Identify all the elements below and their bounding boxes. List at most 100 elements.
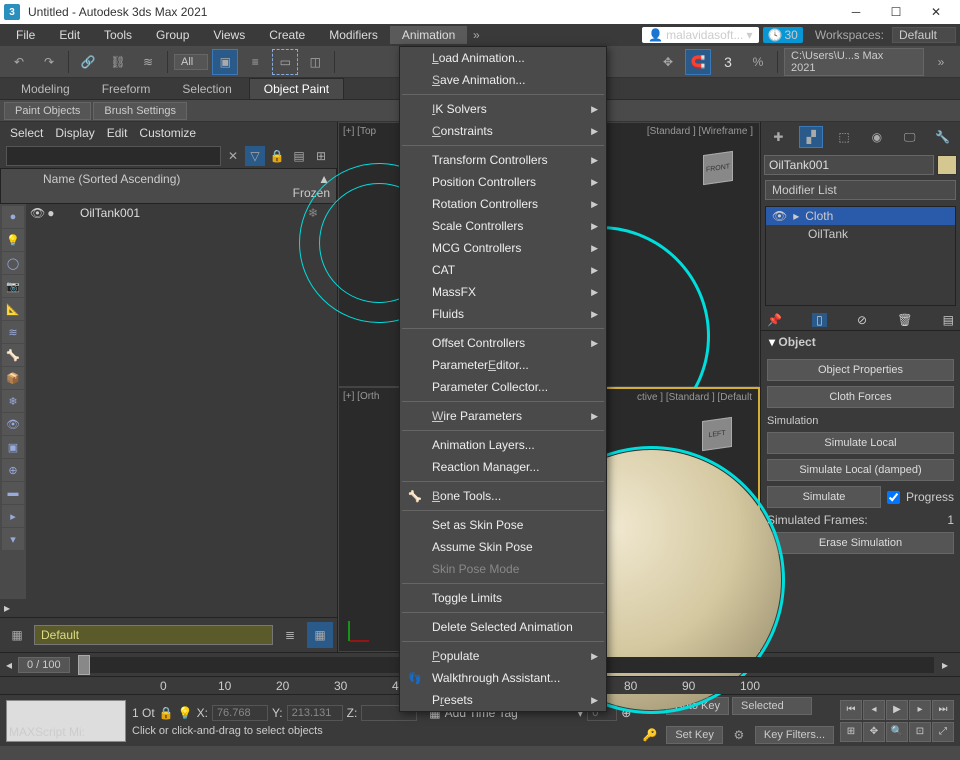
timeline-next-icon[interactable]: ▸ — [942, 658, 954, 672]
menu-item[interactable]: Load Animation... — [400, 47, 606, 69]
setb-hidden-icon[interactable]: 👁 — [2, 413, 24, 435]
play-icon[interactable]: ▶ — [886, 700, 908, 720]
layer-add-icon[interactable]: ▦ — [307, 622, 333, 648]
se-menu-edit[interactable]: Edit — [107, 126, 128, 140]
maximize-button[interactable]: ☐ — [876, 0, 916, 24]
maxscript-listener[interactable]: MAXScript Mi: — [6, 700, 126, 742]
setb-helper-icon[interactable]: 📐 — [2, 298, 24, 320]
setb-camera-icon[interactable]: 📷 — [2, 275, 24, 297]
minimize-button[interactable]: ─ — [836, 0, 876, 24]
coord-y-input[interactable] — [287, 705, 343, 721]
display-tab-icon[interactable]: 🖵 — [898, 126, 922, 148]
nav-4-icon[interactable]: ⊡ — [909, 722, 931, 742]
progress-checkbox[interactable]: Progress — [887, 490, 954, 504]
isolate-icon[interactable]: 💡 — [178, 706, 193, 720]
menu-item[interactable]: Constraints▶ — [400, 120, 606, 142]
menu-item[interactable]: Presets▶ — [400, 689, 606, 711]
menu-item[interactable]: MCG Controllers▶ — [400, 237, 606, 259]
snap-button[interactable]: 🧲 — [685, 49, 711, 75]
tab-modeling[interactable]: Modeling — [6, 78, 85, 99]
unlink-button[interactable]: ⛓ — [105, 49, 131, 75]
menu-item[interactable]: Transform Controllers▶ — [400, 149, 606, 171]
brush-settings-button[interactable]: Brush Settings — [93, 102, 187, 120]
setb-frozen-icon[interactable]: ❄ — [2, 390, 24, 412]
menu-tools[interactable]: Tools — [92, 26, 144, 44]
menu-item[interactable]: Save Animation... — [400, 69, 606, 91]
account-dropdown[interactable]: 👤 malavidasoft... ▾ — [642, 27, 758, 43]
redo-button[interactable]: ↷ — [36, 49, 62, 75]
timeline-prev-icon[interactable]: ◂ — [6, 658, 18, 672]
setb-bone-icon[interactable]: 🦴 — [2, 344, 24, 366]
menu-item[interactable]: Parameter Editor... — [400, 354, 606, 376]
menu-item[interactable]: Animation Layers... — [400, 434, 606, 456]
simulate-local-damped-button[interactable]: Simulate Local (damped) — [767, 459, 954, 481]
menu-item[interactable]: IK Solvers▶ — [400, 98, 606, 120]
menu-item[interactable]: Parameter Collector... — [400, 376, 606, 398]
rect-region-button[interactable]: ▭ — [272, 49, 298, 75]
setb-collapse-icon[interactable]: ▾ — [2, 528, 24, 550]
link-button[interactable]: 🔗 — [75, 49, 101, 75]
setb-shape-icon[interactable]: ◯ — [2, 252, 24, 274]
toolbar-overflow-button[interactable]: » — [928, 49, 954, 75]
se-menu-display[interactable]: Display — [55, 126, 94, 140]
sort-icon[interactable]: ⊞ — [311, 146, 331, 166]
goto-start-icon[interactable]: ⏮ — [840, 700, 862, 720]
setb-layer-icon[interactable]: ▬ — [2, 482, 24, 504]
menu-animation[interactable]: Animation — [390, 26, 467, 44]
key-mode-icon[interactable]: 🔑 — [637, 722, 663, 748]
tab-selection[interactable]: Selection — [167, 78, 246, 99]
lock-selection-icon[interactable]: 🔒 — [159, 706, 174, 720]
tab-object-paint[interactable]: Object Paint — [249, 78, 344, 99]
simulate-local-button[interactable]: Simulate Local — [767, 432, 954, 454]
utilities-tab-icon[interactable]: 🔧 — [931, 126, 955, 148]
eye-icon[interactable]: 👁 — [772, 209, 787, 223]
menu-create[interactable]: Create — [257, 26, 317, 44]
clear-search-button[interactable]: ✕ — [223, 146, 243, 166]
setb-sphere-icon[interactable]: ● — [2, 206, 24, 228]
angle-snap-button[interactable]: 3 — [715, 49, 741, 75]
menu-item[interactable]: 👣Walkthrough Assistant... — [400, 667, 606, 689]
menu-file[interactable]: File — [4, 26, 47, 44]
move-button[interactable]: ✥ — [655, 49, 681, 75]
nav-5-icon[interactable]: ⤢ — [932, 722, 954, 742]
setb-light-icon[interactable]: 💡 — [2, 229, 24, 251]
rollout-header[interactable]: ▾ Object — [761, 331, 960, 353]
menu-group[interactable]: Group — [144, 26, 201, 44]
filter-button[interactable]: ▽ — [245, 146, 265, 166]
paint-objects-button[interactable]: Paint Objects — [4, 102, 91, 120]
viewcube[interactable]: LEFT — [696, 413, 740, 457]
setkey-button[interactable]: Set Key — [666, 726, 723, 744]
key-filters-selected[interactable]: Selected — [732, 697, 812, 715]
menu-item[interactable]: Reaction Manager... — [400, 456, 606, 478]
view-mode-icon[interactable]: ▤ — [289, 146, 309, 166]
nav-2-icon[interactable]: ✥ — [863, 722, 885, 742]
menu-modifiers[interactable]: Modifiers — [317, 26, 390, 44]
menu-item[interactable]: Fluids▶ — [400, 303, 606, 325]
object-name-field[interactable] — [764, 155, 934, 175]
create-tab-icon[interactable]: ✚ — [766, 126, 790, 148]
erase-simulation-button[interactable]: Erase Simulation — [767, 532, 954, 554]
modifier-item-base[interactable]: OilTank — [766, 225, 955, 243]
setb-spacewarp-icon[interactable]: ≋ — [2, 321, 24, 343]
menu-item[interactable]: Set as Skin Pose — [400, 514, 606, 536]
next-frame-icon[interactable]: ▸ — [909, 700, 931, 720]
object-properties-button[interactable]: Object Properties — [767, 359, 954, 381]
setb-xref-icon[interactable]: ⊕ — [2, 459, 24, 481]
col-name[interactable]: Name (Sorted Ascending) — [43, 172, 280, 200]
remove-modifier-icon[interactable]: 🗑 — [897, 313, 912, 327]
setb-expand-icon[interactable]: ▸ — [2, 505, 24, 527]
menu-item[interactable]: Scale Controllers▶ — [400, 215, 606, 237]
percent-snap-button[interactable]: % — [745, 49, 771, 75]
pin-stack-icon[interactable]: 📌 — [767, 313, 782, 327]
workspaces-dropdown[interactable]: Default — [892, 27, 956, 43]
tab-freeform[interactable]: Freeform — [87, 78, 166, 99]
select-name-button[interactable]: ≡ — [242, 49, 268, 75]
menu-item[interactable]: MassFX▶ — [400, 281, 606, 303]
selection-filter-dropdown[interactable]: All — [174, 54, 208, 70]
frame-indicator[interactable]: 0 / 100 — [18, 657, 70, 673]
simulate-button[interactable]: Simulate — [767, 486, 881, 508]
cloth-forces-button[interactable]: Cloth Forces — [767, 386, 954, 408]
se-menu-select[interactable]: Select — [10, 126, 43, 140]
select-object-button[interactable]: ▣ — [212, 49, 238, 75]
modifier-list-dropdown[interactable]: Modifier List — [765, 180, 956, 200]
